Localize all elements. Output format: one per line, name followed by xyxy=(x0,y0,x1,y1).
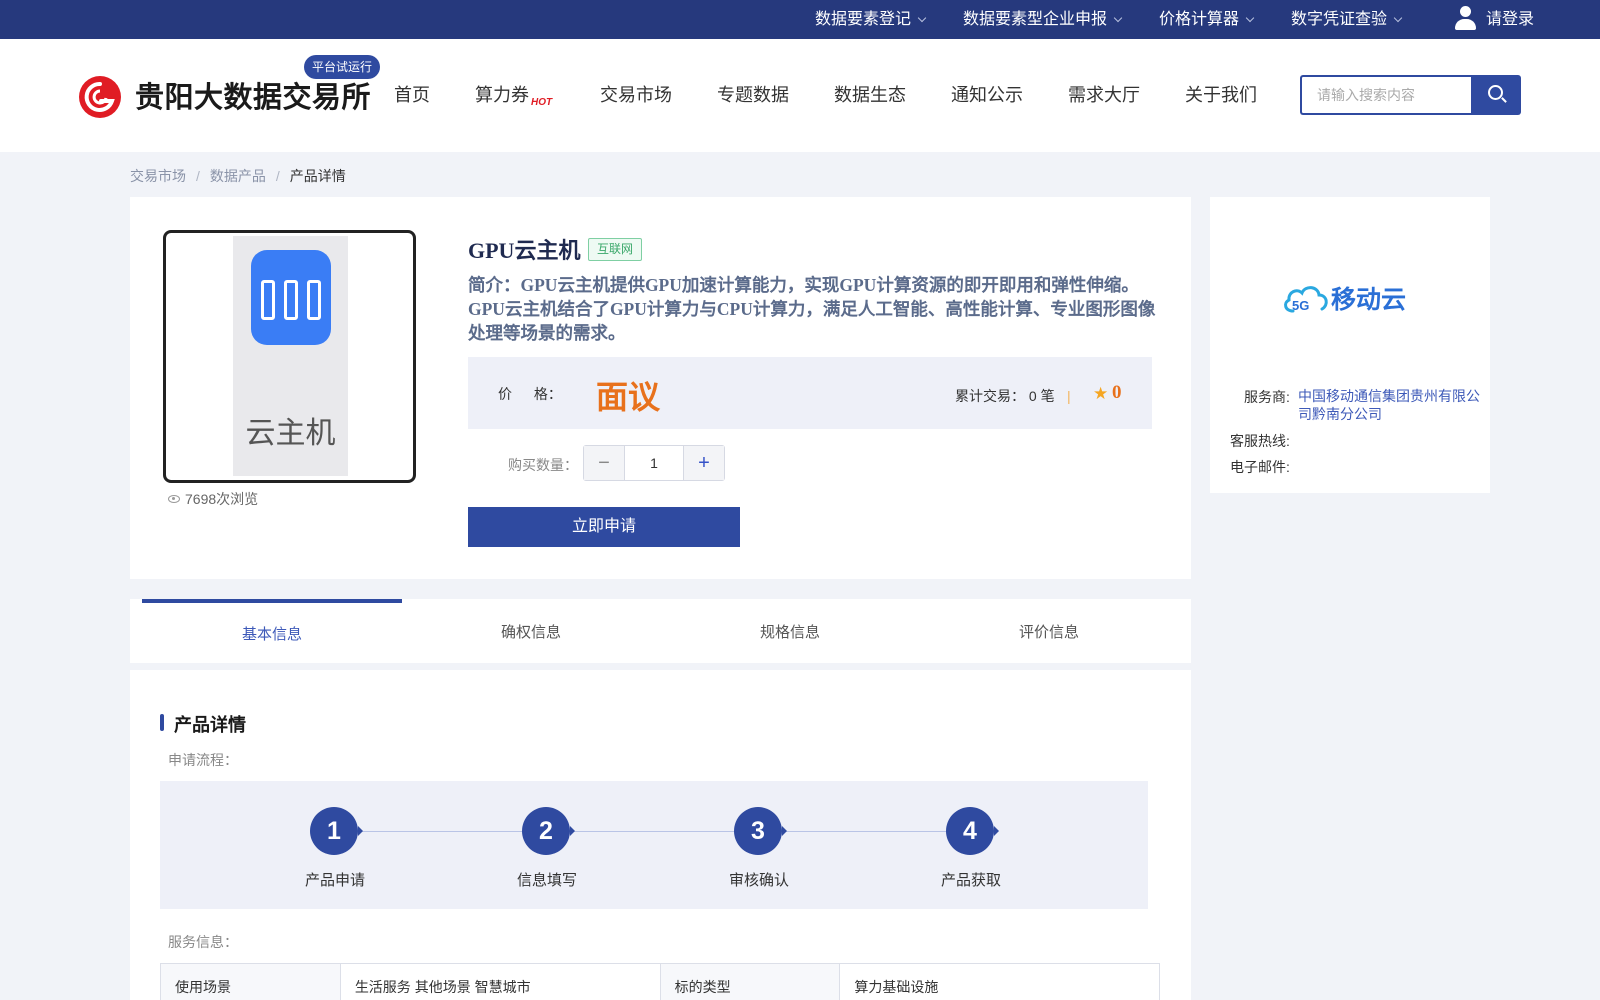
user-icon xyxy=(1454,5,1476,31)
topbar-price-calculator-label: 价格计算器 xyxy=(1159,11,1240,28)
eye-icon xyxy=(168,495,180,504)
price-label: 价 格： xyxy=(498,386,562,402)
vendor-logo: 5G 移动云 xyxy=(1281,278,1421,318)
site-logo-text[interactable]: 贵阳大数据交易所 xyxy=(135,74,371,116)
step-3-number: 3 xyxy=(734,807,787,855)
section-title: 产品详情 xyxy=(174,715,246,735)
topbar-data-registration[interactable]: 数据要素登记 xyxy=(815,0,927,39)
table-key: 使用场景 xyxy=(160,963,341,1000)
increment-button[interactable]: + xyxy=(683,446,724,480)
table-value: 算力基础设施 xyxy=(839,963,1160,1000)
logo-icon[interactable] xyxy=(79,76,121,118)
step-4-label: 产品获取 xyxy=(940,872,1001,889)
nav-about[interactable]: 关于我们 xyxy=(1185,81,1257,107)
topbar-price-calculator[interactable]: 价格计算器 xyxy=(1159,0,1255,39)
decrement-button[interactable]: − xyxy=(584,446,625,480)
trade-count: 累计交易： 0 笔 xyxy=(955,388,1055,404)
login-label: 请登录 xyxy=(1486,11,1535,28)
table-key: 标的类型 xyxy=(659,963,841,1000)
cloud-icon: 5G xyxy=(1284,286,1328,313)
step-4-number: 4 xyxy=(946,807,999,855)
nav-topic-data[interactable]: 专题数据 xyxy=(717,81,789,107)
topbar-enterprise-report[interactable]: 数据要素型企业申报 xyxy=(963,0,1123,39)
product-title: GPU云主机 xyxy=(468,238,581,263)
search-input[interactable] xyxy=(1300,75,1472,115)
quantity-value[interactable]: 1 xyxy=(625,446,683,480)
nav-compute-voucher[interactable]: 算力券 HOT xyxy=(475,81,553,108)
breadcrumb: 交易市场 / 数据产品 / 产品详情 xyxy=(130,168,346,184)
step-3-label: 审核确认 xyxy=(728,872,789,889)
nav-home[interactable]: 首页 xyxy=(394,81,430,107)
flow-connector xyxy=(335,831,971,832)
quantity-stepper: − 1 + xyxy=(583,445,725,481)
view-count: 7698次浏览 xyxy=(168,489,258,509)
search-button[interactable] xyxy=(1471,75,1521,115)
breadcrumb-market[interactable]: 交易市场 xyxy=(130,168,186,184)
step-1-label: 产品申请 xyxy=(304,872,365,889)
email-label: 电子邮件: xyxy=(1230,459,1290,475)
tab-review-info[interactable]: 评价信息 xyxy=(919,599,1179,663)
nav-demand-hall[interactable]: 需求大厅 xyxy=(1068,81,1140,107)
section-marker xyxy=(160,714,164,731)
vendor-logo-text: 移动云 xyxy=(1331,285,1407,314)
table-value: 生活服务 其他场景 智慧城市 xyxy=(339,963,661,1000)
nav-compute-voucher-label: 算力券 xyxy=(475,85,529,105)
product-image-caption: 云主机 xyxy=(245,416,336,451)
star-icon: ★ xyxy=(1093,384,1109,403)
rating-value: 0 xyxy=(1112,382,1122,403)
server-icon xyxy=(251,250,331,345)
svg-text:5G: 5G xyxy=(1292,298,1309,313)
hotline-label: 客服热线: xyxy=(1230,433,1290,449)
service-info-label: 服务信息： xyxy=(168,934,238,950)
tab-rights-info[interactable]: 确权信息 xyxy=(401,599,661,663)
hot-badge: HOT xyxy=(531,97,553,108)
table-row: 使用场景 生活服务 其他场景 智慧城市 标的类型 算力基础设施 xyxy=(160,963,1160,1000)
tab-spec-info[interactable]: 规格信息 xyxy=(660,599,920,663)
chevron-down-icon xyxy=(917,13,927,23)
tab-basic-info[interactable]: 基本信息 xyxy=(142,599,402,663)
provider-label: 服务商: xyxy=(1244,389,1290,405)
login-link[interactable]: 请登录 xyxy=(1454,0,1534,39)
product-description: 简介：GPU云主机提供GPU加速计算能力，实现GPU计算资源的即开即用和弹性伸缩… xyxy=(468,275,1156,343)
topbar-certificate-check-label: 数字凭证查验 xyxy=(1291,11,1388,28)
topbar-enterprise-report-label: 数据要素型企业申报 xyxy=(963,11,1108,28)
step-2-label: 信息填写 xyxy=(516,872,577,889)
topbar-data-registration-label: 数据要素登记 xyxy=(815,11,912,28)
apply-button[interactable]: 立即申请 xyxy=(468,507,740,547)
site-header: 贵阳大数据交易所 平台试运行 首页 算力券 HOT 交易市场 专题数据 数据生态 … xyxy=(0,39,1600,152)
breadcrumb-current: 产品详情 xyxy=(289,168,346,184)
nav-notices[interactable]: 通知公示 xyxy=(951,81,1023,107)
chevron-down-icon xyxy=(1245,13,1255,23)
chevron-down-icon xyxy=(1393,13,1403,23)
quantity-label: 购买数量： xyxy=(508,457,578,473)
provider-value[interactable]: 中国移动通信集团贵州有限公司黔南分公司 xyxy=(1298,387,1483,423)
step-2-number: 2 xyxy=(522,807,575,855)
topbar-certificate-check[interactable]: 数字凭证查验 xyxy=(1291,0,1403,39)
chevron-down-icon xyxy=(1113,13,1123,23)
nav-market[interactable]: 交易市场 xyxy=(600,81,672,107)
top-bar: 数据要素登记 数据要素型企业申报 价格计算器 数字凭证查验 请登录 xyxy=(0,0,1600,39)
divider: | xyxy=(1067,388,1071,404)
flow-label: 申请流程： xyxy=(168,752,238,768)
view-count-text: 7698次浏览 xyxy=(185,491,259,507)
nav-ecosystem[interactable]: 数据生态 xyxy=(834,81,906,107)
category-tag: 互联网 xyxy=(588,238,643,261)
product-image: 云主机 xyxy=(163,230,416,483)
step-1-number: 1 xyxy=(310,807,363,855)
service-info-table: 使用场景 生活服务 其他场景 智慧城市 标的类型 算力基础设施 xyxy=(160,963,1160,1000)
price-value: 面议 xyxy=(596,379,661,415)
breadcrumb-data-products[interactable]: 数据产品 xyxy=(210,168,266,184)
trial-badge: 平台试运行 xyxy=(304,55,381,79)
